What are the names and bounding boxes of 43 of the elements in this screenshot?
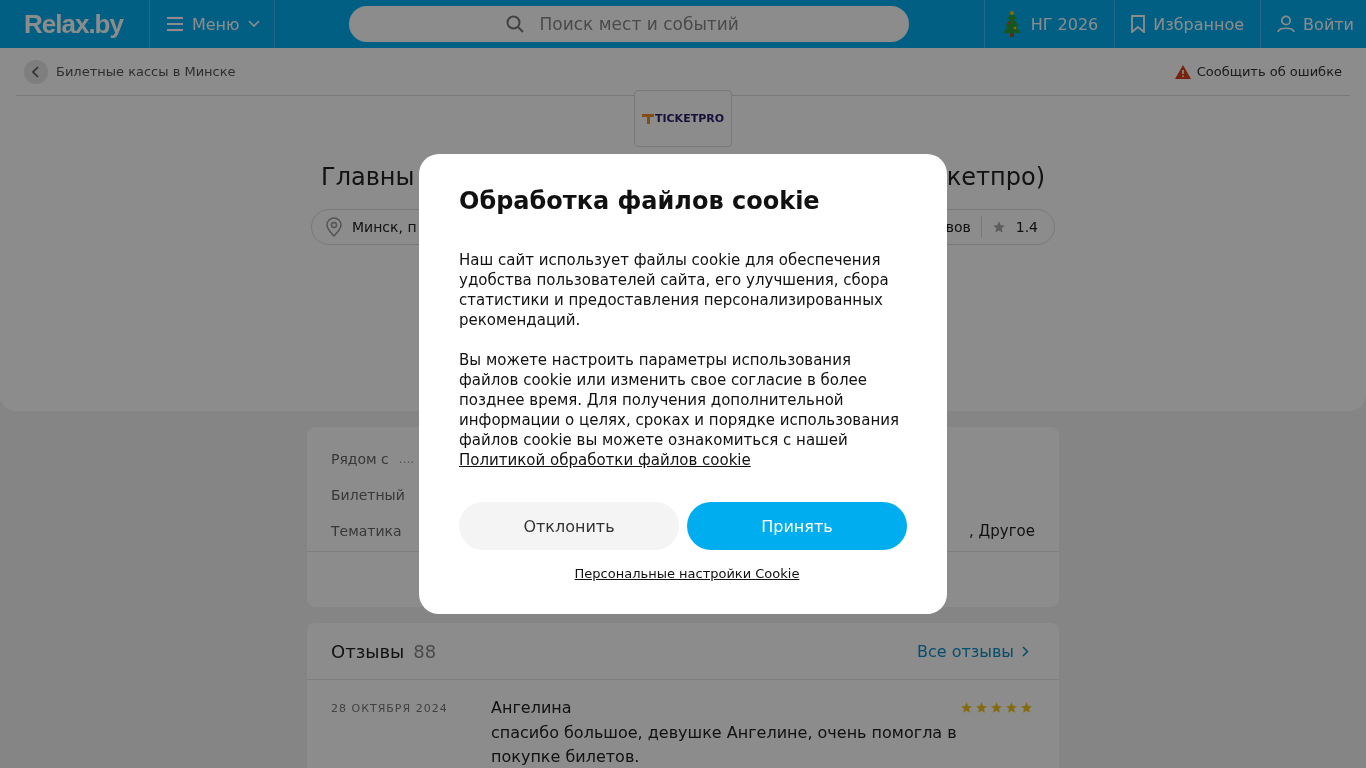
- christmas-tree-icon: [1000, 11, 1023, 37]
- back-link[interactable]: Билетные кассы в Минске: [24, 59, 236, 84]
- place-logo: TICKETPRO: [634, 90, 732, 147]
- back-icon: [24, 59, 48, 84]
- info-label: Билетный: [331, 487, 405, 503]
- cookie-settings-link[interactable]: Персональные настройки Cookie: [574, 566, 800, 581]
- review-text: спасибо большое, девушке Ангелине, очень помогла в покупке билетов.: [491, 722, 958, 768]
- reviews-count-text[interactable]: вов: [945, 219, 971, 235]
- review-date: 28 ОКТЯБРЯ 2024: [331, 701, 449, 717]
- location-pin-icon: [326, 217, 342, 237]
- info-value: ....: [398, 452, 415, 466]
- rating-value: 1.4: [1015, 219, 1038, 235]
- all-reviews-link[interactable]: Все отзывы: [917, 641, 1029, 661]
- reviews-count: 88: [413, 640, 437, 662]
- search-icon: [505, 15, 524, 33]
- place-title: Главны: [321, 163, 415, 191]
- star-icon: [990, 701, 1003, 714]
- report-error-link[interactable]: Сообщить об ошибке: [1174, 64, 1342, 79]
- reviews-title: Отзывы: [331, 640, 405, 662]
- info-value: , Другое: [969, 522, 1035, 540]
- decline-button[interactable]: Отклонить: [459, 502, 679, 550]
- dialog-title: Обработка файлов cookie: [459, 186, 821, 216]
- dialog-text: Вы можете настроить параметры использования файлов cookie или изменить свое согласие в более позднее время. Для получения дополнительной информации о целях, сроках и порядке использования файлов cookie вы можете ознакомиться с нашей Политикой обработки файлов cookie: [459, 350, 900, 470]
- warning-icon: [1174, 64, 1191, 79]
- star-icon: [975, 701, 988, 714]
- address-text[interactable]: Минск, п: [352, 219, 417, 235]
- site-logo[interactable]: Relax.by: [0, 8, 149, 40]
- policy-link[interactable]: Политикой обработки файлов cookie: [459, 451, 751, 469]
- star-icon: [1005, 701, 1018, 714]
- bookmark-icon: [1131, 15, 1146, 33]
- user-icon: [1277, 15, 1296, 33]
- star-icon: [991, 220, 1006, 234]
- chevron-right-icon: [1022, 645, 1029, 657]
- star-icon: [960, 701, 973, 714]
- chevron-down-icon: [247, 20, 260, 28]
- place-title: кетпро): [946, 163, 1045, 191]
- info-label: Тематика: [331, 523, 402, 539]
- accept-button[interactable]: Принять: [687, 502, 907, 550]
- info-label: Рядом с: [331, 451, 389, 467]
- menu-icon: [165, 17, 184, 31]
- review-author: Ангелина: [491, 698, 572, 717]
- dialog-text: Наш сайт использует файлы cookie для обеспечения удобства пользователей сайта, его улучшения, сбора статистики и предоставления персонализированных рекомендаций.: [459, 250, 890, 330]
- star-icon: [1020, 701, 1033, 714]
